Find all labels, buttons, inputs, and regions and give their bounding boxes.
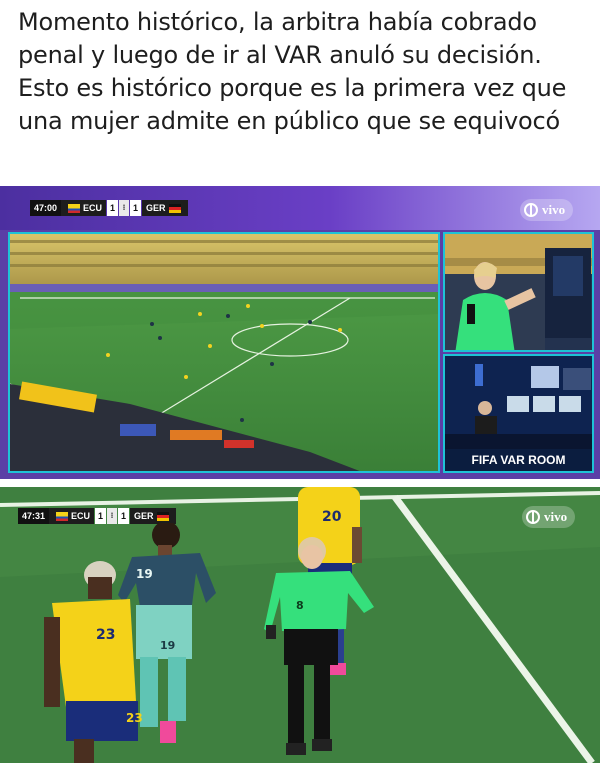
home-team: ECU bbox=[49, 508, 95, 524]
referee-at-monitor bbox=[445, 234, 592, 350]
home-score: 1 bbox=[107, 200, 119, 216]
score-divider-icon: ⁝ bbox=[119, 200, 130, 216]
broadcast-frame-pitch-closeup: 47:31 ECU 1 ⁝ 1 GER vivo 20 20 bbox=[0, 487, 600, 763]
wide-pitch-view bbox=[8, 232, 440, 473]
shirt-number: 23 bbox=[96, 627, 116, 643]
referee: 8 bbox=[262, 537, 380, 763]
match-clock: 47:31 bbox=[18, 508, 50, 524]
scoreboard: 47:31 ECU 1 ⁝ 1 GER bbox=[18, 508, 176, 524]
scoreboard: 47:00 ECU 1 ⁝ 1 GER bbox=[30, 200, 188, 216]
ecuador-flag-icon bbox=[56, 512, 69, 522]
away-team: GER bbox=[130, 508, 176, 524]
home-score: 1 bbox=[95, 508, 107, 524]
globe-icon bbox=[524, 203, 538, 217]
vivo-badge: vivo bbox=[520, 199, 574, 221]
match-clock: 47:00 bbox=[30, 200, 62, 216]
away-score: 1 bbox=[130, 200, 142, 216]
shorts-number: 23 bbox=[126, 711, 143, 725]
broadcast-frame-var-review: 47:00 ECU 1 ⁝ 1 GER vivo FIFA VAR ROOM bbox=[0, 186, 600, 479]
germany-flag-icon bbox=[156, 512, 169, 522]
stadium-wide-shot bbox=[10, 234, 438, 471]
ecuador-flag-icon bbox=[68, 204, 81, 214]
ecuador-player-23: 23 23 bbox=[44, 561, 144, 763]
var-room-view: FIFA VAR ROOM bbox=[443, 354, 594, 473]
post-caption: Momento histórico, la arbitra había cobr… bbox=[18, 8, 567, 135]
vivo-badge: vivo bbox=[522, 506, 576, 528]
shirt-number: 8 bbox=[296, 599, 304, 612]
globe-icon bbox=[526, 510, 540, 524]
shirt-number: 20 bbox=[322, 509, 342, 525]
var-room-label: FIFA VAR ROOM bbox=[445, 449, 592, 471]
shorts-number: 19 bbox=[160, 639, 176, 652]
germany-flag-icon bbox=[168, 204, 181, 214]
away-score: 1 bbox=[118, 508, 130, 524]
var-room-scene bbox=[445, 356, 592, 453]
home-team: ECU bbox=[61, 200, 107, 216]
score-divider-icon: ⁝ bbox=[107, 508, 118, 524]
away-team: GER bbox=[142, 200, 188, 216]
referee-monitor-view bbox=[443, 232, 594, 352]
